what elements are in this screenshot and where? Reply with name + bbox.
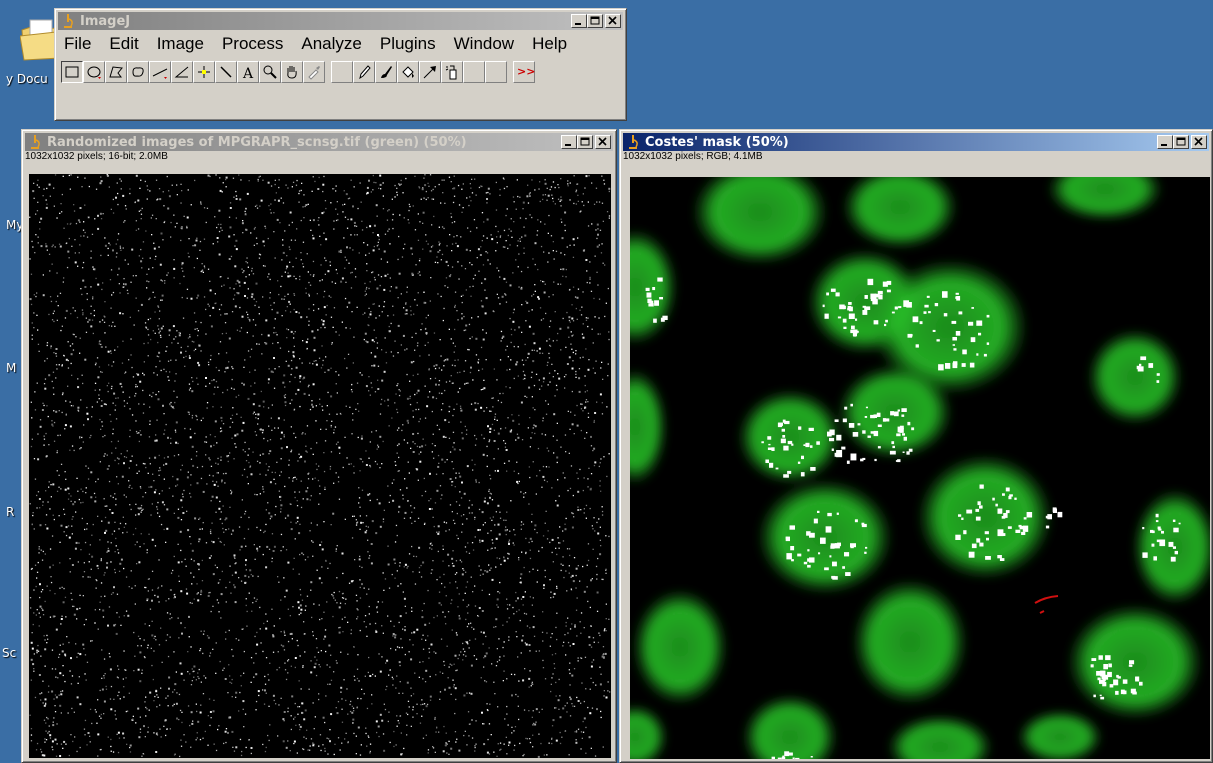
- hand-tool[interactable]: [281, 61, 303, 83]
- freehand-tool[interactable]: [127, 61, 149, 83]
- minimize-button[interactable]: [571, 14, 587, 28]
- maximize-icon: [580, 137, 590, 146]
- pencil-tool[interactable]: [353, 61, 375, 83]
- desktop-label-network[interactable]: M: [6, 361, 16, 375]
- maximize-icon: [590, 16, 600, 25]
- oval-icon: [87, 66, 101, 79]
- line-icon: [152, 68, 168, 79]
- imagej-title: ImageJ: [80, 13, 131, 29]
- menubar: File Edit Image Process Analyze Plugins …: [58, 33, 623, 55]
- spray-tool[interactable]: [441, 61, 463, 83]
- blank-tool-3[interactable]: [485, 61, 507, 83]
- costes-mask-window: Costes' mask (50%) 1032x1032 pixels; RGB…: [619, 129, 1213, 763]
- menu-analyze[interactable]: Analyze: [292, 34, 370, 54]
- menu-file[interactable]: File: [58, 34, 100, 54]
- close-button[interactable]: [595, 135, 611, 149]
- desktop-label-documents[interactable]: y Docu: [6, 72, 48, 86]
- menu-plugins[interactable]: Plugins: [371, 34, 445, 54]
- minimize-button[interactable]: [1157, 135, 1173, 149]
- imagej-window: ImageJ File Edit Image Process Analyze P…: [54, 8, 627, 121]
- imagej-microscope-icon: [629, 135, 638, 149]
- imagej-microscope-icon: [64, 14, 73, 28]
- blank-tool[interactable]: [331, 61, 353, 83]
- brush-tool[interactable]: [375, 61, 397, 83]
- noise-image: [29, 174, 611, 758]
- red-mark: [1034, 595, 1059, 614]
- randomized-image-info: 1032x1032 pixels; 16-bit; 2.0MB: [25, 151, 168, 162]
- wand-icon: [220, 66, 232, 78]
- text-tool[interactable]: A: [237, 61, 259, 83]
- text-icon: A: [242, 66, 254, 80]
- randomized-image-canvas[interactable]: [29, 174, 611, 758]
- angle-icon: [174, 66, 189, 78]
- costes-title: Costes' mask (50%): [645, 134, 789, 150]
- rectangle-tool[interactable]: [61, 61, 83, 83]
- imagej-microscope-icon: [31, 135, 40, 149]
- more-tools-button[interactable]: >>: [513, 61, 535, 83]
- menu-image[interactable]: Image: [148, 34, 213, 54]
- arrow-tool[interactable]: [419, 61, 441, 83]
- costes-titlebar[interactable]: Costes' mask (50%): [623, 133, 1209, 151]
- hand-icon: [287, 66, 297, 79]
- minimize-icon: [1161, 144, 1167, 146]
- menu-window[interactable]: Window: [445, 34, 523, 54]
- close-button[interactable]: [1191, 135, 1207, 149]
- minimize-button[interactable]: [561, 135, 577, 149]
- close-button[interactable]: [605, 14, 621, 28]
- close-icon: [608, 16, 617, 25]
- randomized-image-window: Randomized images of MPGRAPR_scnsg.tif (…: [21, 129, 617, 763]
- pencil-icon: [359, 65, 371, 80]
- wand-tool[interactable]: [215, 61, 237, 83]
- menu-help[interactable]: Help: [523, 34, 576, 54]
- cells-layer: [630, 177, 1210, 759]
- magnifier-icon: [263, 65, 277, 79]
- point-tool[interactable]: [193, 61, 215, 83]
- randomized-title: Randomized images of MPGRAPR_scnsg.tif (…: [47, 134, 467, 150]
- randomized-titlebar[interactable]: Randomized images of MPGRAPR_scnsg.tif (…: [25, 133, 613, 151]
- maximize-icon: [1176, 137, 1186, 146]
- flood-fill-tool[interactable]: [397, 61, 419, 83]
- eyedropper-icon: [308, 66, 320, 80]
- tool-bar: A >>: [61, 61, 535, 83]
- cells-image: [630, 177, 1210, 759]
- brush-icon: [381, 66, 392, 78]
- rectangle-icon: [65, 66, 79, 78]
- menu-edit[interactable]: Edit: [100, 34, 147, 54]
- oval-tool[interactable]: [83, 61, 105, 83]
- maximize-button[interactable]: [577, 135, 593, 149]
- arrow-icon: [423, 66, 436, 79]
- svg-text:A: A: [242, 66, 254, 80]
- costes-image-info: 1032x1032 pixels; RGB; 4.1MB: [623, 151, 763, 162]
- maximize-button[interactable]: [1173, 135, 1189, 149]
- desktop-label-sc[interactable]: Sc: [2, 646, 16, 660]
- magnifier-tool[interactable]: [259, 61, 281, 83]
- desktop-label-recycle[interactable]: R: [6, 505, 14, 519]
- menu-process[interactable]: Process: [213, 34, 292, 54]
- blank-tool-2[interactable]: [463, 61, 485, 83]
- costes-mask-canvas[interactable]: [630, 177, 1210, 759]
- close-icon: [1194, 137, 1203, 146]
- spray-icon: [445, 65, 457, 80]
- polygon-icon: [109, 66, 123, 78]
- color-picker-tool[interactable]: [303, 61, 325, 83]
- freehand-icon: [132, 67, 144, 77]
- minimize-icon: [575, 23, 581, 25]
- line-tool[interactable]: [149, 61, 171, 83]
- maximize-button[interactable]: [587, 14, 603, 28]
- minimize-icon: [565, 144, 571, 146]
- paint-bucket-icon: [402, 66, 414, 78]
- crosshair-icon: [198, 66, 210, 78]
- imagej-titlebar[interactable]: ImageJ: [58, 12, 623, 30]
- more-tools-label: >>: [517, 65, 536, 78]
- polygon-tool[interactable]: [105, 61, 127, 83]
- close-icon: [598, 137, 607, 146]
- angle-tool[interactable]: [171, 61, 193, 83]
